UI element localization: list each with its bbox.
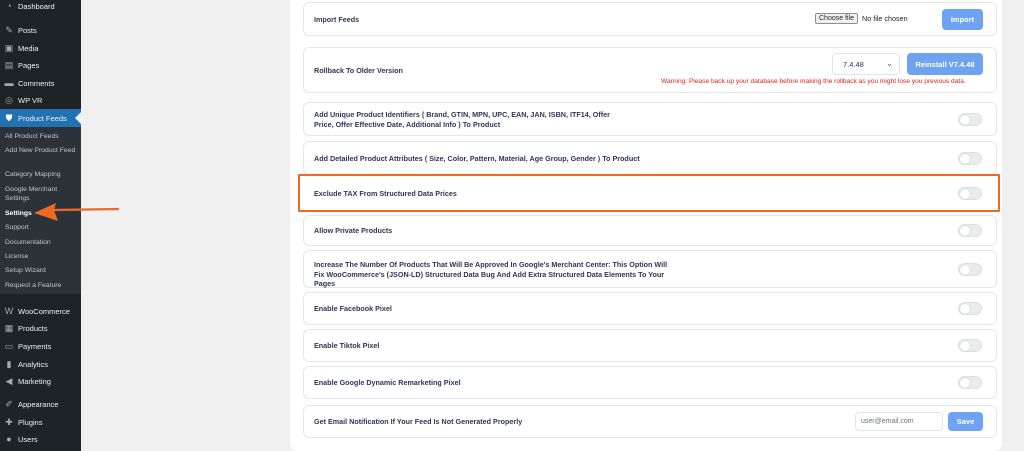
menu-label: Users (18, 434, 38, 444)
submenu-support[interactable]: Support (5, 224, 79, 233)
private-products-toggle[interactable] (958, 224, 982, 237)
menu-label: WooCommerce (18, 306, 70, 316)
menu-payments[interactable]: ▭ Payments (0, 338, 81, 354)
menu-label: Plugins (18, 417, 43, 427)
menu-media[interactable]: ▣ Media (0, 40, 81, 56)
save-button[interactable]: Save (948, 412, 983, 431)
submenu-license[interactable]: License (5, 253, 79, 262)
marketing-icon: ◀ (5, 376, 13, 386)
pages-icon: ▤ (4, 60, 14, 70)
menu-marketing[interactable]: ◀ Marketing (0, 373, 81, 389)
menu-label: Payments (18, 341, 52, 351)
dashboard-icon: ◔ (6, 1, 12, 11)
chevron-down-icon: ⌄ (886, 59, 893, 68)
email-input[interactable]: user@email.com (855, 412, 943, 431)
menu-appearance[interactable]: ✐ Appearance (0, 396, 81, 412)
facebook-pixel-label: Enable Facebook Pixel (314, 304, 392, 313)
analytics-icon: ▮ (6, 359, 12, 369)
rollback-label: Rollback To Older Version (314, 66, 403, 75)
menu-label: Posts (18, 25, 37, 35)
admin-sidebar: ◔ Dashboard ✎ Posts ▣ Media ▤ Pages ▬ Comment… (0, 0, 81, 451)
submenu-documentation[interactable]: Documentation (5, 239, 79, 248)
increase-products-toggle[interactable] (958, 263, 982, 276)
active-indicator (75, 112, 81, 124)
facebook-pixel-toggle[interactable] (958, 302, 982, 315)
version-selected: 7.4.48 (843, 59, 864, 69)
menu-label: Dashboard (18, 1, 55, 11)
version-select[interactable]: 7.4.48 ⌄ (832, 53, 900, 75)
menu-label: Marketing (18, 376, 51, 386)
users-icon: ● (6, 434, 12, 444)
menu-pages[interactable]: ▤ Pages (0, 57, 81, 73)
reinstall-button[interactable]: Reinstall V7.4.48 (907, 53, 983, 75)
submenu-add-new-feed[interactable]: Add New Product Feed (5, 147, 79, 156)
menu-label: Media (18, 43, 39, 53)
detailed-attributes-row: Add Detailed Product Attributes ( Size, … (303, 141, 997, 175)
menu-label: Appearance (18, 399, 59, 409)
vr-icon: ◎ (5, 95, 13, 105)
menu-comments[interactable]: ▬ Comments (0, 75, 81, 91)
appearance-icon: ✐ (5, 399, 13, 409)
menu-label: Analytics (18, 359, 49, 369)
menu-woocommerce[interactable]: W WooCommerce (0, 303, 81, 319)
menu-label: WP VR (18, 95, 43, 105)
tiktok-pixel-label: Enable Tiktok Pixel (314, 341, 380, 350)
menu-users[interactable]: ● Users (0, 431, 81, 447)
import-feeds-label: Import Feeds (314, 15, 360, 24)
submenu-all-feeds[interactable]: All Product Feeds (5, 133, 79, 142)
rollback-warning: Warning: Please back up your database be… (661, 78, 966, 85)
submenu-category-mapping[interactable]: Category Mapping (5, 171, 79, 180)
tiktok-pixel-toggle[interactable] (958, 339, 982, 352)
google-remarketing-row: Enable Google Dynamic Remarketing Pixel (303, 366, 997, 399)
pin-icon: ✎ (5, 25, 13, 35)
email-notification-label: Get Email Notification If Your Feed Is N… (314, 417, 523, 426)
menu-label: Product Feeds (18, 113, 67, 123)
unique-identifiers-label: Add Unique Product Identifiers ( Brand, … (314, 110, 610, 129)
woocommerce-icon: W (4, 306, 14, 316)
highlight-frame (298, 174, 1000, 212)
menu-label: Comments (18, 78, 55, 88)
choose-file-button[interactable]: Choose file (815, 13, 859, 24)
private-products-row: Allow Private Products (303, 215, 997, 246)
file-status: No file chosen (862, 14, 908, 23)
facebook-pixel-row: Enable Facebook Pixel (303, 292, 997, 325)
menu-dashboard[interactable]: ◔ Dashboard (0, 0, 81, 14)
menu-analytics[interactable]: ▮ Analytics (0, 356, 81, 372)
google-remarketing-toggle[interactable] (958, 376, 982, 389)
feed-icon: ⛊ (5, 113, 13, 123)
payments-icon: ▭ (4, 341, 14, 351)
file-input[interactable]: Choose file No file chosen (815, 13, 908, 24)
menu-posts[interactable]: ✎ Posts (0, 22, 81, 38)
submenu-google-merchant[interactable]: Google Merchant Settings (5, 186, 79, 203)
detailed-attributes-toggle[interactable] (958, 152, 982, 165)
import-button[interactable]: Import (942, 9, 983, 30)
comments-icon: ▬ (4, 78, 14, 88)
menu-plugins[interactable]: ✚ Plugins (0, 414, 81, 430)
detailed-attributes-label: Add Detailed Product Attributes ( Size, … (314, 154, 640, 163)
submenu-setup-wizard[interactable]: Setup Wizard (5, 267, 79, 276)
tiktok-pixel-row: Enable Tiktok Pixel (303, 329, 997, 362)
menu-label: Pages (18, 60, 40, 70)
plugins-icon: ✚ (5, 417, 13, 427)
submenu-request-feature[interactable]: Request a Feature (5, 282, 79, 291)
media-icon: ▣ (4, 43, 14, 53)
menu-label: Products (18, 323, 48, 333)
products-icon: ▦ (4, 323, 14, 333)
menu-wp-vr[interactable]: ◎ WP VR (0, 92, 81, 108)
annotation-arrow-icon (34, 203, 120, 221)
menu-products[interactable]: ▦ Products (0, 320, 81, 336)
unique-identifiers-row: Add Unique Product Identifiers ( Brand, … (303, 102, 997, 136)
unique-identifiers-toggle[interactable] (958, 113, 982, 126)
menu-product-feeds[interactable]: ⛊ Product Feeds (0, 109, 81, 127)
private-products-label: Allow Private Products (314, 226, 393, 235)
increase-products-label: Increase The Number Of Products That Wil… (314, 260, 668, 288)
google-remarketing-label: Enable Google Dynamic Remarketing Pixel (314, 378, 461, 387)
increase-products-row: Increase The Number Of Products That Wil… (303, 250, 997, 288)
